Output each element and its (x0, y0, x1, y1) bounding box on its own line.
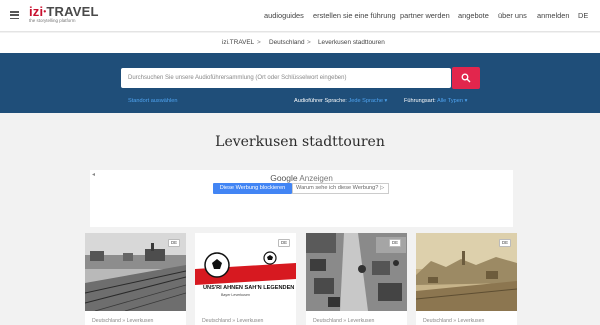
language-filter: Audioführer Sprache: Jede Sprache ▾ (294, 98, 387, 104)
top-header: izi•TRAVEL the storytelling platform aud… (0, 0, 600, 32)
nav-create-tour[interactable]: erstellen sie eine führung (313, 11, 396, 20)
poster-subtitle: Bayer Leverkusen (221, 293, 250, 297)
language-switcher[interactable]: DE (578, 11, 588, 20)
page-title: Leverkusen stadttouren (215, 134, 385, 150)
nav-about-us[interactable]: über uns (498, 11, 527, 20)
type-filter-dropdown[interactable]: Alle Typen (437, 98, 463, 104)
ad-info-icon: ▷ (379, 185, 385, 191)
language-filter-dropdown[interactable]: Jede Sprache (348, 98, 383, 104)
tour-card[interactable]: DE Deutschland » Leverkusen (306, 233, 407, 325)
language-badge: DE (499, 239, 511, 247)
nav-audioguides[interactable]: audioguides (264, 11, 304, 20)
tour-location[interactable]: Deutschland » Leverkusen (423, 318, 484, 324)
block-ad-button[interactable]: Diese Werbung blockieren (213, 183, 292, 194)
search-input[interactable]: Durchsuchen Sie unsere Audioführersammlu… (121, 68, 451, 88)
why-this-ad-button[interactable]: Warum sehe ich diese Werbung? ▷ (292, 183, 389, 194)
tour-location[interactable]: Deutschland » Leverkusen (313, 318, 374, 324)
tour-card[interactable]: DE Deutschland » Leverkusen (416, 233, 517, 325)
ads-label: Anzeigen (299, 174, 333, 183)
poster-title: UNS'RI AHNEN SAH'N LEGENDEN (203, 285, 295, 291)
why-this-ad-label: Warum sehe ich diese Werbung? (296, 185, 379, 191)
language-filter-label: Audioführer Sprache: (294, 98, 347, 104)
ad-header: Google Anzeigen (90, 173, 513, 183)
nav-offers[interactable]: angebote (458, 11, 489, 20)
nav-login[interactable]: anmelden (537, 11, 569, 20)
search-placeholder: Durchsuchen Sie unsere Audioführersammlu… (128, 75, 347, 81)
hamburger-menu-icon[interactable] (10, 11, 19, 19)
breadcrumb-home[interactable]: izi.TRAVEL (222, 39, 254, 46)
tour-card[interactable]: DE Deutschland » Leverkusen (85, 233, 186, 325)
tour-location[interactable]: Deutschland » Leverkusen (202, 318, 263, 324)
izi-travel-logo[interactable]: izi•TRAVEL the storytelling platform (29, 5, 99, 24)
google-ad-box: ◂ Google Anzeigen Diese Werbung blockier… (90, 170, 513, 227)
breadcrumb-current: Leverkusen stadttouren (318, 39, 385, 46)
search-button[interactable] (452, 67, 480, 89)
language-badge: DE (278, 239, 290, 247)
logo-tagline: the storytelling platform (29, 18, 76, 23)
search-icon (461, 73, 471, 83)
google-label: Google (270, 173, 298, 183)
tour-card[interactable]: UNS'RI AHNEN SAH'N LEGENDEN Bayer Leverk… (195, 233, 296, 325)
language-badge: DE (389, 239, 401, 247)
nav-become-partner[interactable]: partner werden (400, 11, 450, 20)
breadcrumb-country[interactable]: Deutschland (269, 39, 305, 46)
chevron-down-icon[interactable]: ▾ (385, 98, 388, 104)
breadcrumb-separator: > (257, 39, 261, 46)
type-filter: Führungsart: Alle Typen ▾ (404, 98, 467, 104)
logo-travel-text: TRAVEL (46, 4, 99, 19)
breadcrumb: izi.TRAVEL > Deutschland > Leverkusen st… (0, 33, 600, 53)
choose-location-link[interactable]: Standort auswählen (128, 98, 177, 104)
type-filter-label: Führungsart: (404, 98, 436, 104)
breadcrumb-separator: > (307, 39, 311, 46)
search-hero: Durchsuchen Sie unsere Audioführersammlu… (0, 53, 600, 113)
tour-location[interactable]: Deutschland » Leverkusen (92, 318, 153, 324)
logo-izi-text: izi (29, 4, 44, 19)
chevron-down-icon[interactable]: ▾ (465, 98, 468, 104)
language-badge: DE (168, 239, 180, 247)
